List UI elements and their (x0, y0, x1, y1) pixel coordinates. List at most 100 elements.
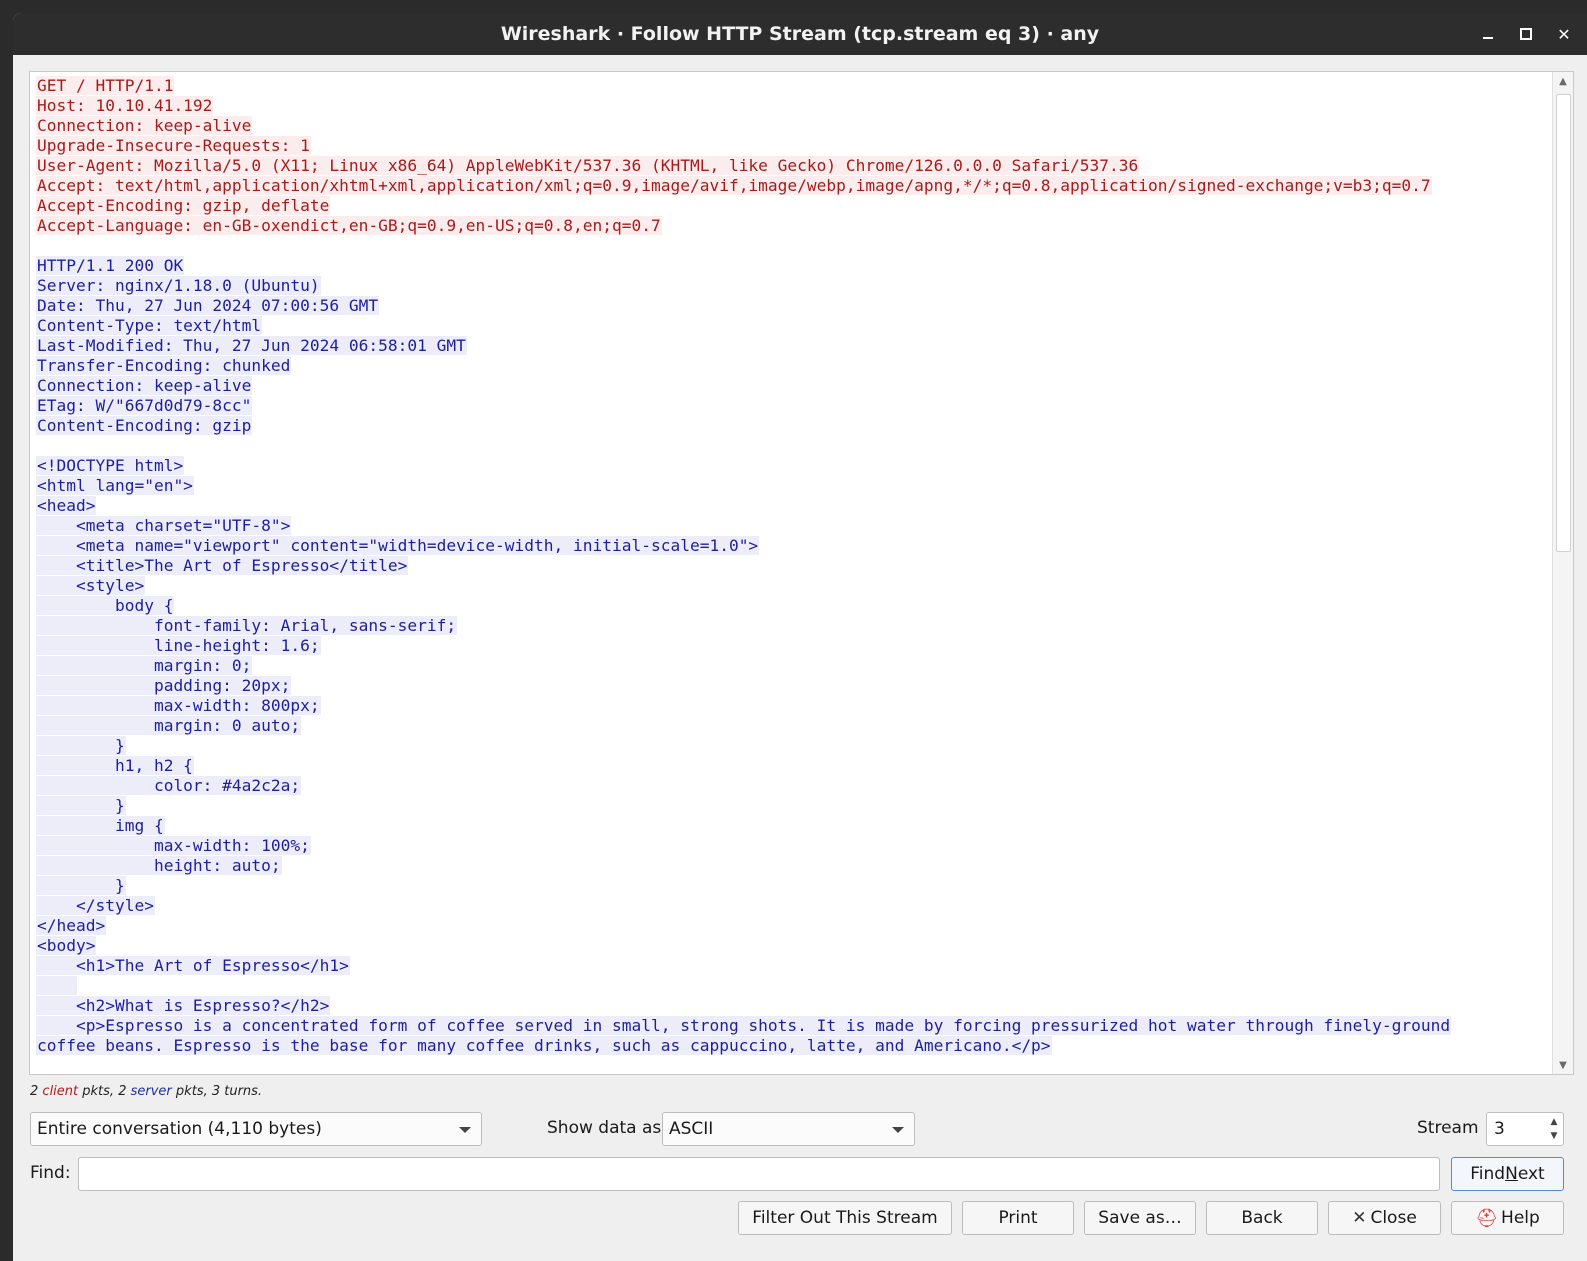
stream-line: HTTP/1.1 200 OK (36, 256, 1549, 276)
find-row: Find: Find Next (13, 1156, 1587, 1192)
stream-line (36, 236, 1549, 256)
maximize-icon (1520, 28, 1532, 40)
filter-out-stream-button[interactable]: Filter Out This Stream (738, 1201, 952, 1235)
save-as-button[interactable]: Save as… (1084, 1201, 1196, 1235)
stream-spinbox[interactable]: 3 ▲ ▼ (1486, 1112, 1564, 1146)
minimize-button[interactable] (1469, 13, 1507, 55)
client-text: Upgrade-Insecure-Requests: 1 (36, 136, 311, 155)
stream-line: <style> (36, 576, 1549, 596)
server-text: max-width: 100%; (36, 836, 311, 855)
stream-line: max-width: 800px; (36, 696, 1549, 716)
window-controls: ✕ (1469, 13, 1583, 55)
stream-line: Connection: keep-alive (36, 376, 1549, 396)
title-bar[interactable]: Wireshark · Follow HTTP Stream (tcp.stre… (13, 13, 1587, 55)
stream-line: height: auto; (36, 856, 1549, 876)
close-icon: ✕ (1557, 24, 1571, 44)
stream-line: Content-Type: text/html (36, 316, 1549, 336)
vertical-scrollbar[interactable]: ▲ ▼ (1552, 72, 1573, 1074)
server-text: <style> (36, 576, 146, 595)
server-text: padding: 20px; (36, 676, 292, 695)
chevron-down-icon (459, 1127, 471, 1133)
scroll-down-arrow-icon[interactable]: ▼ (1553, 1056, 1573, 1074)
stream-line: font-family: Arial, sans-serif; (36, 616, 1549, 636)
server-text: margin: 0 auto; (36, 716, 302, 735)
server-text: } (36, 736, 126, 755)
server-text: </style> (36, 896, 155, 915)
stream-line: <h2>What is Espresso?</h2> (36, 996, 1549, 1016)
client-text: User-Agent: Mozilla/5.0 (X11; Linux x86_… (36, 156, 1140, 175)
stats-tail: pkts, 3 turns. (171, 1084, 263, 1099)
spin-down-icon[interactable]: ▼ (1548, 1129, 1560, 1143)
stream-line: <p>Espresso is a concentrated form of co… (36, 1016, 1549, 1036)
server-text: margin: 0; (36, 656, 253, 675)
stream-line: </head> (36, 916, 1549, 936)
server-text: line-height: 1.6; (36, 636, 321, 655)
server-text: Connection: keep-alive (36, 376, 253, 395)
stream-line (36, 436, 1549, 456)
stream-stats: 2 client pkts, 2 server pkts, 3 turns. (30, 1084, 262, 1099)
conversation-select[interactable]: Entire conversation (4,110 bytes) (30, 1112, 482, 1146)
server-text: } (36, 796, 126, 815)
stream-line: Accept-Language: en-GB-oxendict,en-GB;q=… (36, 216, 1549, 236)
client-text: Accept-Encoding: gzip, deflate (36, 196, 331, 215)
stream-number: 3 (1494, 1119, 1505, 1139)
stream-line: Host: 10.10.41.192 (36, 96, 1549, 116)
stream-line: Date: Thu, 27 Jun 2024 07:00:56 GMT (36, 296, 1549, 316)
stream-line: } (36, 736, 1549, 756)
server-text: Content-Encoding: gzip (36, 416, 253, 435)
stream-line: Content-Encoding: gzip (36, 416, 1549, 436)
minimize-icon (1483, 37, 1493, 39)
stream-content-view[interactable]: GET / HTTP/1.1 Host: 10.10.41.192 Connecti… (29, 71, 1574, 1075)
stream-line: ETag: W/"667d0d79-8cc" (36, 396, 1549, 416)
conversation-select-value: Entire conversation (4,110 bytes) (37, 1119, 322, 1139)
close-button-label: Close (1370, 1208, 1417, 1228)
find-input[interactable] (78, 1157, 1440, 1191)
stream-line: margin: 0; (36, 656, 1549, 676)
maximize-button[interactable] (1507, 13, 1545, 55)
scroll-up-arrow-icon[interactable]: ▲ (1553, 72, 1573, 90)
stream-text[interactable]: GET / HTTP/1.1 Host: 10.10.41.192 Connecti… (36, 76, 1549, 1074)
server-text: img { (36, 816, 165, 835)
stream-line: color: #4a2c2a; (36, 776, 1549, 796)
show-data-select[interactable]: ASCII (662, 1112, 915, 1146)
stream-line: Accept-Encoding: gzip, deflate (36, 196, 1549, 216)
stream-line: <head> (36, 496, 1549, 516)
find-next-label-post: ext (1517, 1164, 1545, 1184)
follow-stream-dialog: Wireshark · Follow HTTP Stream (tcp.stre… (13, 13, 1587, 1261)
find-next-button[interactable]: Find Next (1451, 1157, 1564, 1191)
stream-line: <meta name="viewport" content="width=dev… (36, 536, 1549, 556)
server-text: Server: nginx/1.18.0 (Ubuntu) (36, 276, 321, 295)
server-text: <body> (36, 936, 97, 955)
server-text: coffee beans. Espresso is the base for m… (36, 1036, 1052, 1055)
close-button[interactable]: ✕ Close (1328, 1201, 1441, 1235)
help-lifebuoy-icon: ⛑ (1475, 1207, 1499, 1229)
spin-up-icon[interactable]: ▲ (1548, 1115, 1560, 1129)
server-text: </head> (36, 916, 107, 935)
server-text: ETag: W/"667d0d79-8cc" (36, 396, 253, 415)
stream-line: GET / HTTP/1.1 (36, 76, 1549, 96)
stream-line: line-height: 1.6; (36, 636, 1549, 656)
stream-line: <!DOCTYPE html> (36, 456, 1549, 476)
show-data-select-value: ASCII (669, 1119, 714, 1139)
button-row: Filter Out This Stream Print Save as… Ba… (13, 1200, 1587, 1236)
help-button[interactable]: ⛑ Help (1451, 1201, 1564, 1235)
client-text: Connection: keep-alive (36, 116, 253, 135)
stream-line: img { (36, 816, 1549, 836)
back-button[interactable]: Back (1206, 1201, 1318, 1235)
stream-label: Stream (1417, 1118, 1479, 1138)
stream-line: max-width: 100%; (36, 836, 1549, 856)
server-text (36, 976, 77, 995)
server-text: <title>The Art of Espresso</title> (36, 556, 409, 575)
find-label: Find: (30, 1163, 71, 1183)
stream-line: <html lang="en"> (36, 476, 1549, 496)
server-pkt-count: 2 (118, 1084, 127, 1099)
stream-line: } (36, 796, 1549, 816)
print-button[interactable]: Print (962, 1201, 1074, 1235)
server-text: <h2>What is Espresso?</h2> (36, 996, 331, 1015)
close-window-button[interactable]: ✕ (1545, 13, 1583, 55)
server-text: } (36, 876, 126, 895)
scrollbar-thumb[interactable] (1556, 94, 1571, 552)
client-pkt-count: 2 (30, 1084, 39, 1099)
stream-line: coffee beans. Espresso is the base for m… (36, 1036, 1549, 1056)
stream-line: margin: 0 auto; (36, 716, 1549, 736)
